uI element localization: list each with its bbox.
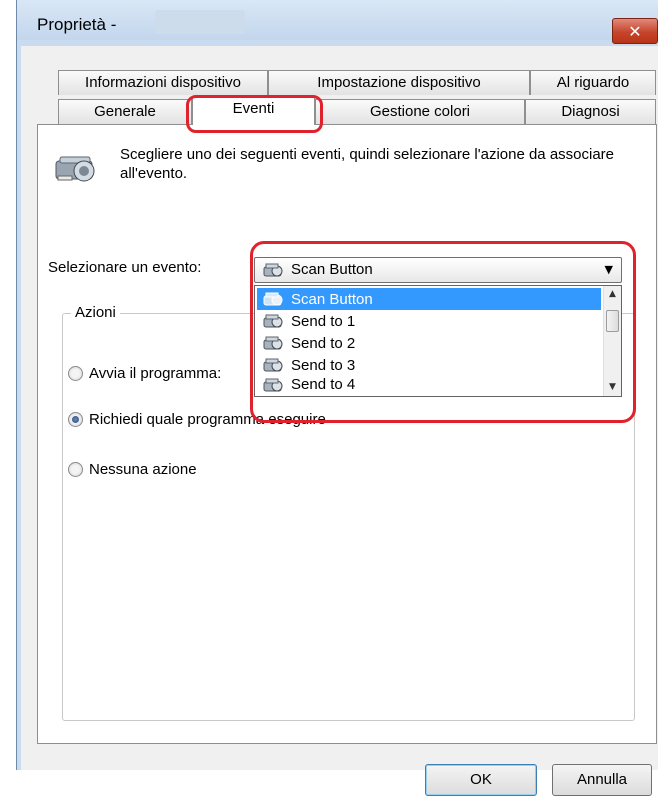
- dialog-client: Informazioni dispositivo Impostazione di…: [21, 46, 658, 796]
- radio-button[interactable]: [68, 462, 83, 477]
- tab-impostazione-dispositivo[interactable]: Impostazione dispositivo: [268, 70, 530, 95]
- chevron-down-icon[interactable]: ▼: [605, 263, 613, 276]
- scanner-icon: [263, 314, 283, 328]
- scanner-icon: [263, 292, 283, 306]
- tab-diagnosi[interactable]: Diagnosi: [525, 99, 656, 124]
- scroll-up-icon[interactable]: ▲: [604, 286, 621, 303]
- window-title: Proprietà -: [37, 15, 117, 34]
- description-text: Scegliere uno dei seguenti eventi, quind…: [120, 146, 615, 182]
- tab-al-riguardo[interactable]: Al riguardo: [530, 70, 656, 95]
- properties-window: Proprietà - ✕ Informazioni dispositivo I…: [16, 0, 658, 796]
- dropdown-item-send-to-3[interactable]: Send to 3: [257, 354, 601, 376]
- radio-button[interactable]: [68, 412, 83, 427]
- scroll-down-icon[interactable]: ▼: [604, 379, 621, 396]
- dropdown-item-send-to-1[interactable]: Send to 1: [257, 310, 601, 332]
- scanner-event-icon: [55, 156, 95, 182]
- radio-nessuna-azione[interactable]: Nessuna azione: [68, 461, 197, 478]
- dropdown-item-label: Send to 4: [291, 376, 356, 393]
- scanner-icon: [263, 263, 283, 277]
- tab-generale[interactable]: Generale: [58, 99, 192, 124]
- actions-group-title: Azioni: [71, 304, 120, 321]
- tab-informazioni-dispositivo[interactable]: Informazioni dispositivo: [58, 70, 268, 95]
- dropdown-item-label: Send to 1: [291, 312, 356, 330]
- radio-avvia-programma[interactable]: Avvia il programma:: [68, 365, 221, 382]
- tab-eventi[interactable]: Eventi: [192, 96, 315, 125]
- dropdown-item-label: Send to 2: [291, 334, 356, 352]
- select-event-label: Selezionare un evento:: [48, 259, 202, 276]
- dropdown-item-send-to-2[interactable]: Send to 2: [257, 332, 601, 354]
- radio-label: Nessuna azione: [89, 461, 197, 478]
- tab-gestione-colori[interactable]: Gestione colori: [315, 99, 525, 124]
- selected-event-text: Scan Button: [291, 261, 373, 278]
- dropdown-item-label: Scan Button: [291, 290, 373, 308]
- device-name-redacted: [155, 10, 245, 34]
- radio-richiedi-programma[interactable]: Richiedi quale programma eseguire: [68, 411, 326, 428]
- radio-button[interactable]: [68, 366, 83, 381]
- event-select[interactable]: Scan Button ▼: [254, 257, 622, 283]
- cancel-button[interactable]: Annulla: [552, 764, 652, 796]
- dropdown-item-send-to-4[interactable]: Send to 4: [257, 376, 601, 394]
- scanner-icon: [263, 358, 283, 372]
- ok-button[interactable]: OK: [425, 764, 537, 796]
- radio-label: Richiedi quale programma eseguire: [89, 411, 326, 428]
- eventi-panel: Scegliere uno dei seguenti eventi, quind…: [37, 124, 657, 744]
- title-bar[interactable]: Proprietà - ✕: [17, 0, 658, 44]
- dropdown-item-scan-button[interactable]: Scan Button: [257, 288, 601, 310]
- scanner-icon: [263, 378, 283, 392]
- radio-label: Avvia il programma:: [89, 365, 222, 382]
- event-dropdown-list[interactable]: Scan Button Send to 1 Send to 2 Send to …: [254, 285, 622, 397]
- scanner-icon: [263, 336, 283, 350]
- scrollbar-thumb[interactable]: [606, 310, 619, 332]
- dropdown-item-label: Send to 3: [291, 356, 356, 374]
- dropdown-scrollbar[interactable]: ▲ ▼: [603, 286, 621, 396]
- close-button[interactable]: ✕: [612, 18, 658, 44]
